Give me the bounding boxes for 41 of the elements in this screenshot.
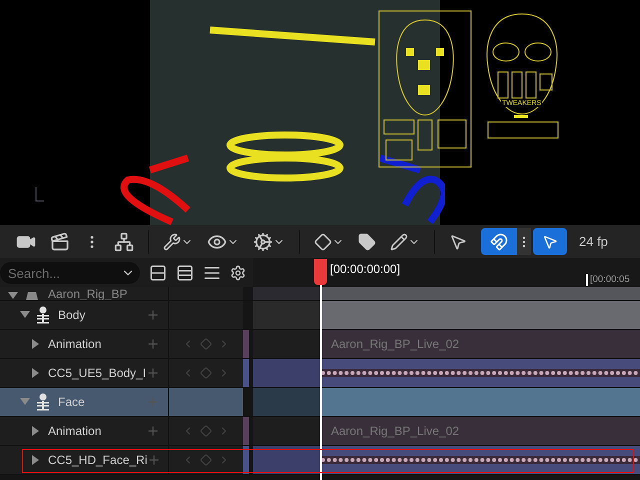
hierarchy-icon[interactable] [114,232,134,252]
skeleton-icon [36,306,50,324]
clapperboard-icon[interactable] [50,232,70,252]
track-row[interactable]: Face [0,388,168,416]
track-label: Animation [48,336,102,353]
skeleton-icon [36,393,50,411]
collapsed-arrow-icon[interactable] [32,426,40,436]
time-ruler[interactable]: [00:00:00:00] [00:00:05 [253,258,640,287]
snap-toggle-button[interactable] [481,228,517,255]
track-label: Face [58,394,85,411]
cursor-icon [542,234,558,250]
settings-icon[interactable] [230,264,246,280]
snap-playhead-button[interactable] [533,228,567,255]
collapsed-arrow-icon[interactable] [32,455,40,465]
pencil-icon[interactable] [390,232,420,250]
track-label: Body [58,307,86,324]
collapsed-arrow-icon[interactable] [32,339,40,349]
wrench-icon[interactable] [163,232,193,250]
section-label: Aaron_Rig_BP_Live_02 [331,423,460,440]
row-spacing-icon[interactable] [176,264,194,282]
track-row[interactable]: CC5_HD_Face_Ri [0,446,168,474]
expanded-arrow-icon[interactable] [8,292,18,300]
magnet-icon [490,232,508,250]
track-label: CC5_UE5_Body_I [48,365,146,382]
expanded-arrow-icon[interactable] [20,311,30,319]
section-label: Aaron_Rig_BP_Live_02 [331,336,460,353]
playhead-time: [00:00:00:00] [330,261,400,278]
track-label: Animation [48,423,102,440]
frame-rate-label[interactable]: 24 fp [579,232,608,252]
compact-rows-icon[interactable] [149,264,167,282]
gear-play-icon[interactable] [253,232,285,252]
collapsed-arrow-icon[interactable] [32,368,40,378]
track-label: CC5_HD_Face_Ri [48,452,148,469]
track-row[interactable]: CC5_UE5_Body_I [0,359,168,387]
diamond-icon[interactable] [314,232,344,250]
track-row[interactable]: Body [0,301,168,329]
snap-options-button[interactable] [517,228,531,255]
track-row[interactable]: Animation [0,417,168,445]
track-row[interactable]: Animation [0,330,168,358]
playhead-handle[interactable] [314,259,327,285]
search-field[interactable]: Search... [0,262,140,284]
